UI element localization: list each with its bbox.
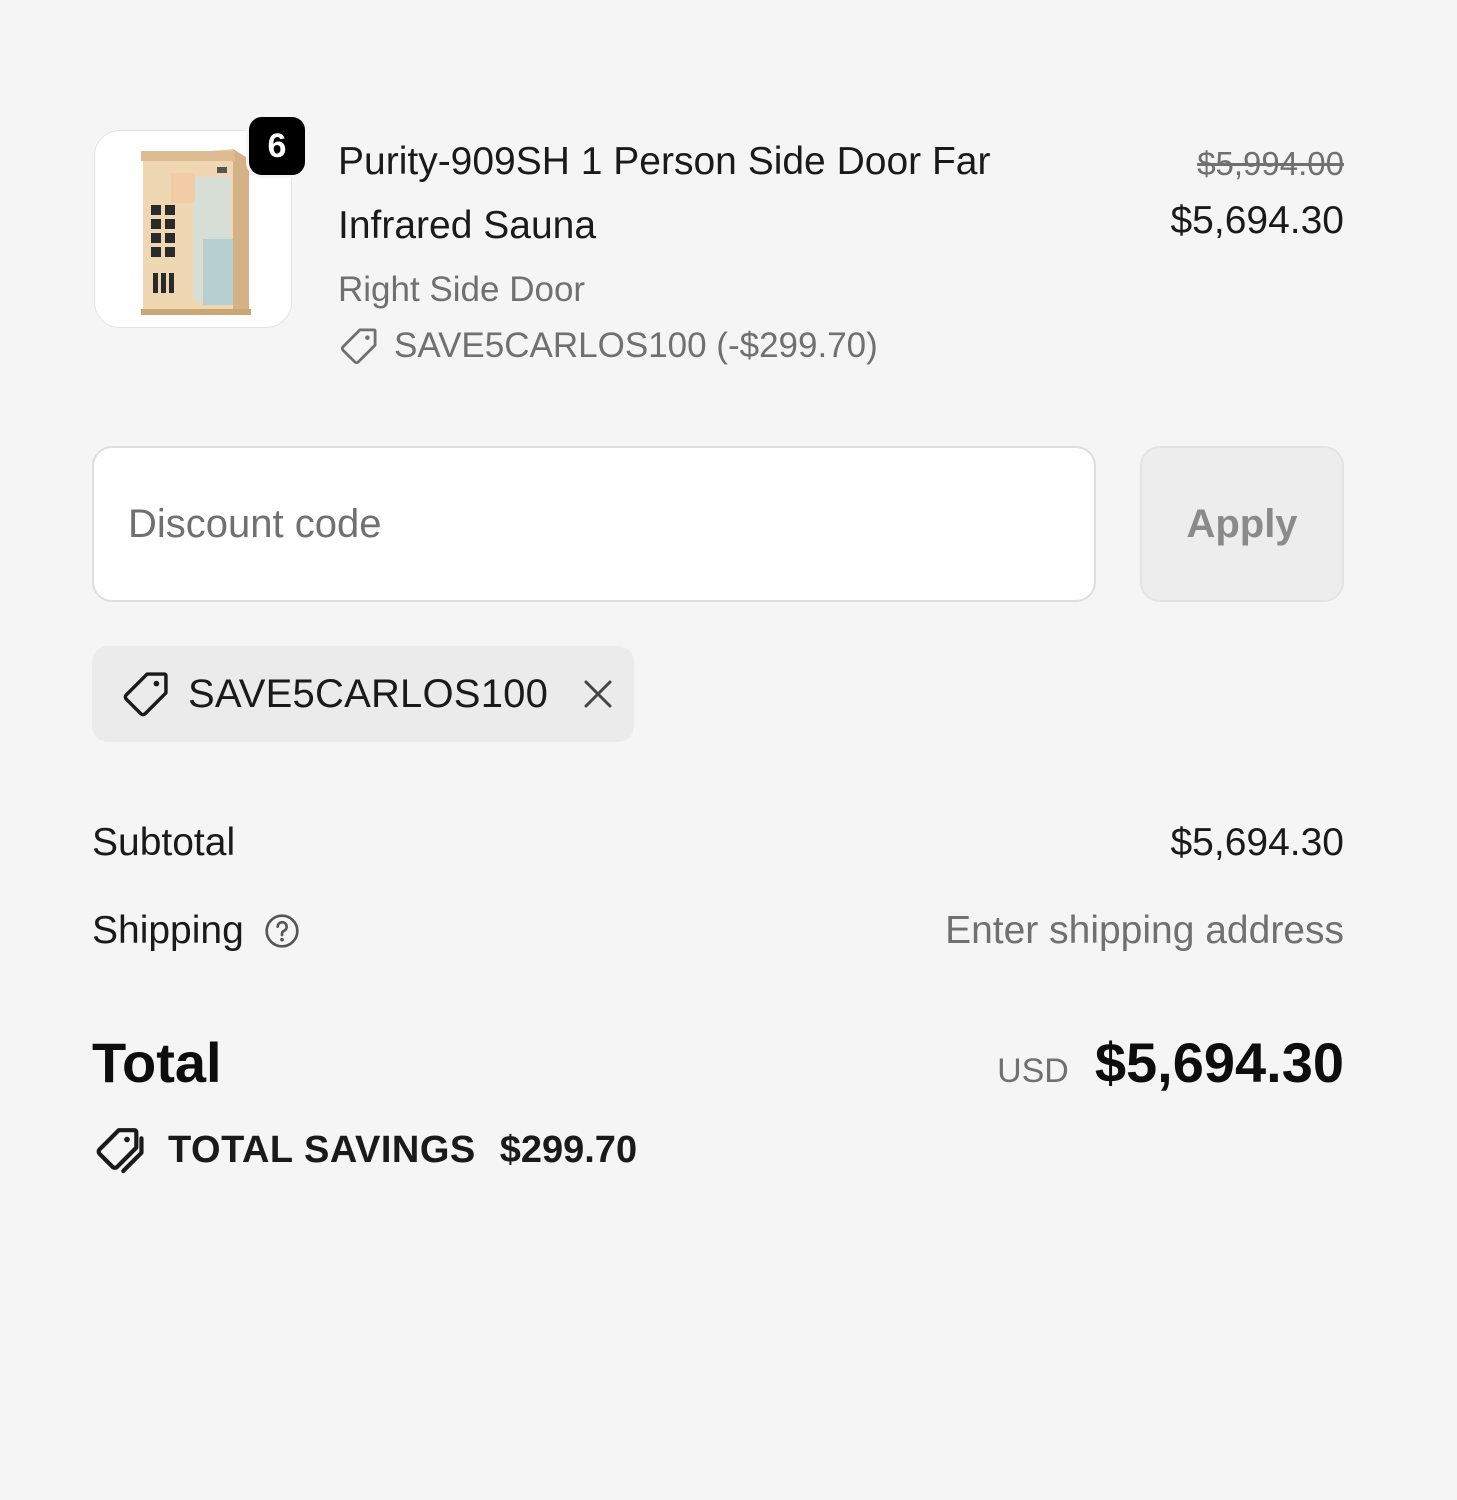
tag-icon [123,672,168,717]
product-thumbnail-wrapper: 6 [94,114,308,328]
total-row: Total USD $5,694.30 [92,1024,1344,1100]
total-savings-amount: $299.70 [499,1128,638,1171]
quantity-badge: 6 [246,114,308,178]
line-item-price: $5,694.30 [1170,199,1344,242]
subtotal-row: Subtotal $5,694.30 [92,812,1344,874]
total-savings-label: TOTAL SAVINGS [168,1128,476,1171]
total-label: Total [92,1030,222,1094]
line-item: 6 Purity-909SH 1 Person Side Door Far In… [92,114,1344,370]
compare-at-price: $5,994.00 [1197,145,1344,182]
currency-code: USD [997,1051,1069,1090]
apply-button[interactable]: Apply [1140,446,1344,602]
tags-icon [96,1128,144,1174]
line-item-discount-text: SAVE5CARLOS100 (-$299.70) [394,326,878,365]
product-variant: Right Side Door [338,270,586,309]
applied-discount-chip: SAVE5CARLOS100 [92,646,634,742]
line-item-prices: $5,994.00 $5,694.30 [1170,140,1344,254]
shipping-value: Enter shipping address [945,909,1344,952]
shipping-label: Shipping [92,909,244,952]
line-item-info: Purity-909SH 1 Person Side Door Far Infr… [338,130,1078,374]
sauna-product-image [141,149,251,315]
line-item-discount: SAVE5CARLOS100 (-$299.70) [338,318,1078,374]
total-amount-wrap: USD $5,694.30 [997,1030,1344,1095]
discount-form: Apply [92,446,1344,602]
total-amount: $5,694.30 [1094,1030,1344,1094]
shipping-row: Shipping Enter shipping address [92,900,1344,962]
subtotal-label: Subtotal [92,821,236,864]
applied-discount-code: SAVE5CARLOS100 [188,671,549,716]
help-icon[interactable] [262,911,302,951]
subtotal-value: $5,694.30 [1170,821,1344,864]
total-savings: TOTAL SAVINGS $299.70 [92,1120,637,1180]
shipping-label-wrap: Shipping [92,909,302,953]
close-icon [584,680,612,708]
order-summary: 6 Purity-909SH 1 Person Side Door Far In… [92,0,1344,1500]
product-title: Purity-909SH 1 Person Side Door Far Infr… [338,140,991,247]
remove-discount-button[interactable] [578,674,618,714]
tag-icon [340,328,377,365]
discount-code-input[interactable] [92,446,1096,602]
